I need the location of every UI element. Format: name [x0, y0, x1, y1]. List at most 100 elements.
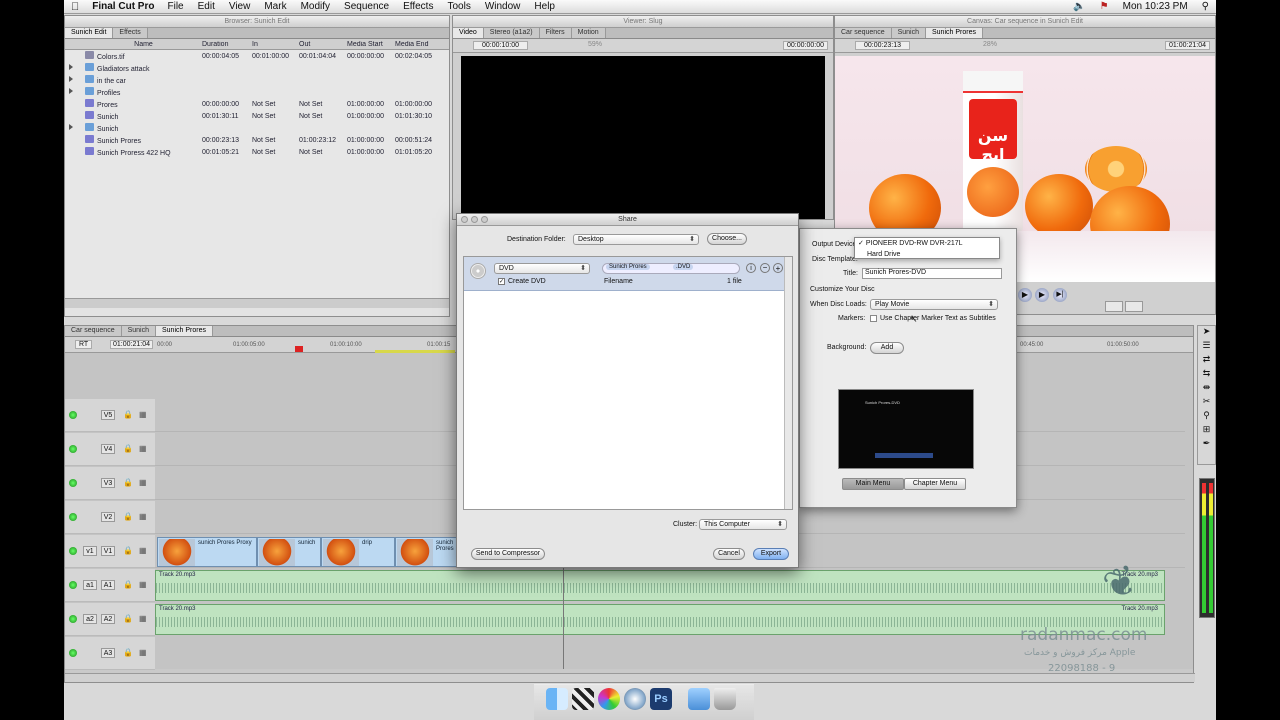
browser-row[interactable]: Sunich 00:01:30:11 Not Set Not Set 01:00:00:… [65, 110, 449, 122]
browser-item-name[interactable]: Colors.tif [85, 51, 202, 61]
final-cut-icon[interactable] [572, 688, 594, 710]
track-label[interactable]: A3 [101, 648, 115, 658]
track-label[interactable]: V1 [101, 546, 115, 556]
menu-view[interactable]: View [222, 1, 258, 12]
zoom-tool-icon[interactable]: ⚲ [1198, 410, 1215, 424]
col-media-start[interactable]: Media Start [347, 41, 395, 48]
browser-item-name[interactable]: Sunich [85, 111, 202, 121]
format-select[interactable]: DVD [494, 263, 590, 274]
remove-output-icon[interactable]: − [760, 263, 770, 273]
timeline-timecode[interactable]: 01:00:21:04 [110, 340, 153, 349]
menu-tools[interactable]: Tools [440, 1, 477, 12]
overwrite-button[interactable] [1125, 301, 1143, 312]
viewer-zoom[interactable]: 59% [588, 41, 602, 48]
export-button[interactable]: Export [753, 548, 789, 560]
tab-car-sequence[interactable]: Car sequence [65, 326, 122, 336]
auto-select-icon[interactable]: ▦ [139, 546, 147, 555]
tab-sunich-edit[interactable]: Sunich Edit [65, 28, 114, 38]
lock-icon[interactable]: 🔒 [123, 410, 133, 419]
col-duration[interactable]: Duration [202, 41, 252, 48]
add-output-icon[interactable]: + [773, 263, 783, 273]
auto-select-icon[interactable]: ▦ [139, 410, 147, 419]
source-patch[interactable]: a2 [83, 614, 97, 624]
auto-select-icon[interactable]: ▦ [139, 478, 147, 487]
lock-icon[interactable]: 🔒 [123, 614, 133, 623]
track-visibility-icon[interactable] [69, 547, 77, 555]
canvas-timecode-duration[interactable]: 00:00:23:13 [855, 41, 910, 50]
roll-tool-icon[interactable]: ⇆ [1198, 368, 1215, 382]
tab-motion[interactable]: Motion [571, 28, 606, 38]
filename-field[interactable]: Sunich Prores .DVD [602, 263, 740, 274]
browser-row[interactable]: Colors.tif 00:00:04:05 00:01:00:00 00:01:04… [65, 50, 449, 62]
tab-filters[interactable]: Filters [539, 28, 572, 38]
close-window-icon[interactable] [461, 216, 468, 223]
auto-select-icon[interactable]: ▦ [139, 614, 147, 623]
menu-effects[interactable]: Effects [396, 1, 440, 12]
menu-sequence[interactable]: Sequence [337, 1, 396, 12]
auto-select-icon[interactable]: ▦ [139, 580, 147, 589]
tab-effects[interactable]: Effects [113, 28, 148, 38]
tab-sunich[interactable]: Sunich [891, 28, 926, 38]
canvas-zoom[interactable]: 28% [983, 41, 997, 48]
cluster-select[interactable]: This Computer [699, 519, 787, 530]
app-menu[interactable]: Final Cut Pro [86, 1, 160, 12]
browser-scrollbar[interactable] [65, 298, 449, 308]
razor-tool-icon[interactable]: ✂ [1198, 396, 1215, 410]
browser-item-name[interactable]: in the car [85, 75, 202, 85]
col-in[interactable]: In [252, 41, 299, 48]
menu-clock[interactable]: Mon 10:23 PM [1116, 1, 1195, 12]
track-label[interactable]: A1 [101, 580, 115, 590]
video-clip[interactable]: sunich Prores Proxy [157, 537, 257, 567]
browser-row[interactable]: Sunich [65, 122, 449, 134]
video-clip[interactable]: sunich [257, 537, 321, 567]
viewer-screen[interactable] [461, 56, 825, 219]
device-option-hard-drive[interactable]: Hard Drive [855, 249, 999, 260]
device-option-pioneer[interactable]: ✓ PIONEER DVD-RW DVR-217L [855, 238, 999, 249]
disclosure-triangle-icon[interactable] [65, 76, 85, 84]
play-button[interactable]: ▶ [1018, 288, 1032, 302]
minimize-window-icon[interactable] [471, 216, 478, 223]
track-select-tool-icon[interactable]: ⇄ [1198, 354, 1215, 368]
output-device-dropdown[interactable]: ✓ PIONEER DVD-RW DVR-217L Hard Drive [854, 237, 1000, 259]
disc-title-field[interactable]: Sunich Prores-DVD [862, 268, 1002, 279]
menu-help[interactable]: Help [527, 1, 562, 12]
source-patch[interactable]: v1 [83, 546, 97, 556]
browser-row[interactable]: Profiles [65, 86, 449, 98]
finder-icon[interactable] [546, 688, 568, 710]
zoom-window-icon[interactable] [481, 216, 488, 223]
col-name[interactable]: Name [85, 41, 202, 48]
col-out[interactable]: Out [299, 41, 347, 48]
play-inout-button[interactable]: ▶ [1035, 288, 1049, 302]
insert-edit-button[interactable] [1105, 301, 1123, 312]
selection-tool-icon[interactable]: ➤ [1198, 326, 1215, 340]
pen-tool-icon[interactable]: ✒ [1198, 438, 1215, 452]
rt-menu[interactable]: RT [75, 340, 93, 349]
browser-row[interactable]: Sunich Proress 422 HQ 00:01:05:21 Not Set N… [65, 146, 449, 158]
crop-tool-icon[interactable]: ⊞ [1198, 424, 1215, 438]
lock-icon[interactable]: 🔒 [123, 546, 133, 555]
share-output-row[interactable]: DVD ✓ Create DVD Sunich Prores .DVD File… [464, 257, 786, 291]
tab-car-sequence[interactable]: Car sequence [835, 28, 892, 38]
spotlight-icon[interactable]: ⚲ [1195, 1, 1216, 12]
browser-row[interactable]: Gladiators attack [65, 62, 449, 74]
playhead[interactable] [295, 346, 303, 352]
canvas-timecode-current[interactable]: 01:00:21:04 [1165, 41, 1210, 50]
source-patch[interactable]: a1 [83, 580, 97, 590]
add-background-button[interactable]: Add [870, 342, 904, 354]
menu-modify[interactable]: Modify [294, 1, 337, 12]
send-to-compressor-button[interactable]: Send to Compressor [471, 548, 545, 560]
browser-item-name[interactable]: Sunich Proress 422 HQ [85, 147, 202, 157]
viewer-timecode-current[interactable]: 00:00:00:00 [783, 41, 828, 50]
motion-app-icon[interactable] [624, 688, 646, 710]
tab-stereo[interactable]: Stereo (a1a2) [483, 28, 540, 38]
lock-icon[interactable]: 🔒 [123, 580, 133, 589]
browser-item-name[interactable]: Prores [85, 99, 202, 109]
track-visibility-icon[interactable] [69, 479, 77, 487]
edit-select-tool-icon[interactable]: ☰ [1198, 340, 1215, 354]
video-clip[interactable]: sunich Prores [395, 537, 457, 567]
menu-mark[interactable]: Mark [257, 1, 293, 12]
track-label[interactable]: V4 [101, 444, 115, 454]
flag-icon[interactable]: ⚑ [1093, 1, 1116, 12]
browser-row[interactable]: Prores 00:00:00:00 Not Set Not Set 01:00:00:… [65, 98, 449, 110]
main-menu-tab[interactable]: Main Menu [842, 478, 904, 490]
